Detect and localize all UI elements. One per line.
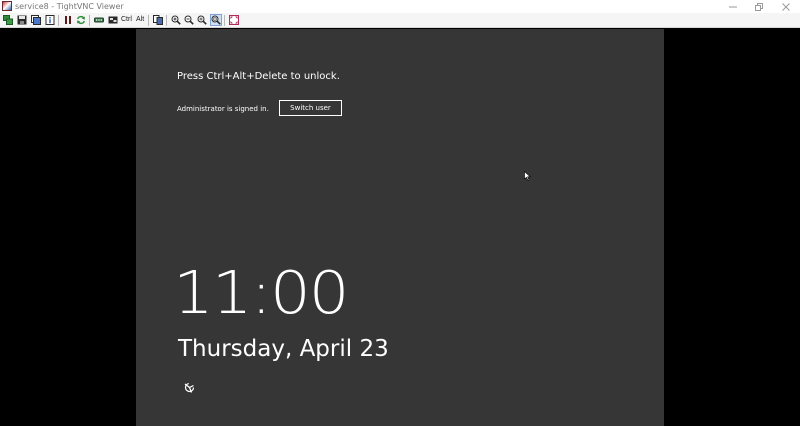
ctrl-key-button[interactable]: Ctrl — [121, 14, 132, 26]
pause-button[interactable] — [63, 15, 73, 25]
send-ctrl-alt-del-button[interactable] — [94, 15, 104, 25]
save-connection-icon — [17, 15, 27, 25]
vnc-toolbar: Ctrl Alt — [0, 13, 800, 28]
toolbar-separator — [224, 15, 225, 26]
save-connection-button[interactable] — [17, 15, 27, 25]
restore-button[interactable] — [745, 0, 773, 13]
remote-desktop-screen[interactable]: Press Ctrl+Alt+Delete to unlock. Adminis… — [136, 29, 664, 426]
switch-user-button[interactable]: Switch user — [279, 100, 342, 116]
transfer-files-icon — [153, 15, 163, 25]
unlock-hint: Press Ctrl+Alt+Delete to unlock. — [177, 71, 340, 82]
options-icon — [31, 15, 41, 25]
title-bar[interactable]: service8 - TightVNC Viewer — [0, 0, 800, 13]
pause-icon — [65, 16, 71, 24]
alt-key-button[interactable]: Alt — [136, 14, 144, 26]
toolbar-separator — [148, 15, 149, 26]
zoom-auto-icon — [211, 15, 221, 25]
send-ctrl-esc-icon — [108, 16, 118, 24]
lockscreen-date: Thursday, April 23 — [178, 336, 389, 362]
minimize-icon — [729, 6, 737, 7]
close-icon — [782, 2, 790, 11]
refresh-icon — [76, 15, 86, 25]
zoom-out-icon — [184, 15, 194, 25]
options-button[interactable] — [31, 15, 41, 25]
send-ctrl-esc-button[interactable] — [108, 15, 118, 25]
zoom-100-icon — [197, 15, 207, 25]
new-connection-icon — [3, 15, 13, 25]
connection-info-icon — [45, 15, 55, 25]
full-screen-button[interactable] — [229, 15, 239, 25]
send-ctrl-alt-del-icon — [94, 17, 104, 23]
zoom-in-icon — [171, 15, 181, 25]
tightvnc-icon[interactable] — [2, 1, 12, 11]
transfer-files-button[interactable] — [153, 15, 163, 25]
zoom-100-button[interactable] — [197, 15, 207, 25]
window-title: service8 - TightVNC Viewer — [15, 2, 124, 11]
ease-of-access-icon[interactable] — [183, 381, 196, 394]
vnc-viewer-window: service8 - TightVNC Viewer Ctrl Alt Pres… — [0, 0, 800, 426]
zoom-in-button[interactable] — [171, 15, 181, 25]
zoom-out-button[interactable] — [184, 15, 194, 25]
close-button[interactable] — [772, 0, 800, 13]
new-connection-button[interactable] — [3, 15, 13, 25]
toolbar-separator — [58, 15, 59, 26]
toolbar-separator — [166, 15, 167, 26]
signed-in-text: Administrator is signed in. — [177, 105, 269, 113]
connection-info-button[interactable] — [45, 15, 55, 25]
zoom-auto-button[interactable] — [210, 14, 222, 26]
toolbar-separator — [89, 15, 90, 26]
full-screen-icon — [229, 15, 239, 25]
restore-icon — [755, 2, 763, 11]
mouse-cursor-icon — [524, 171, 531, 181]
lockscreen-clock: 11:00 — [173, 259, 349, 328]
refresh-button[interactable] — [76, 15, 86, 25]
minimize-button[interactable] — [719, 0, 747, 13]
